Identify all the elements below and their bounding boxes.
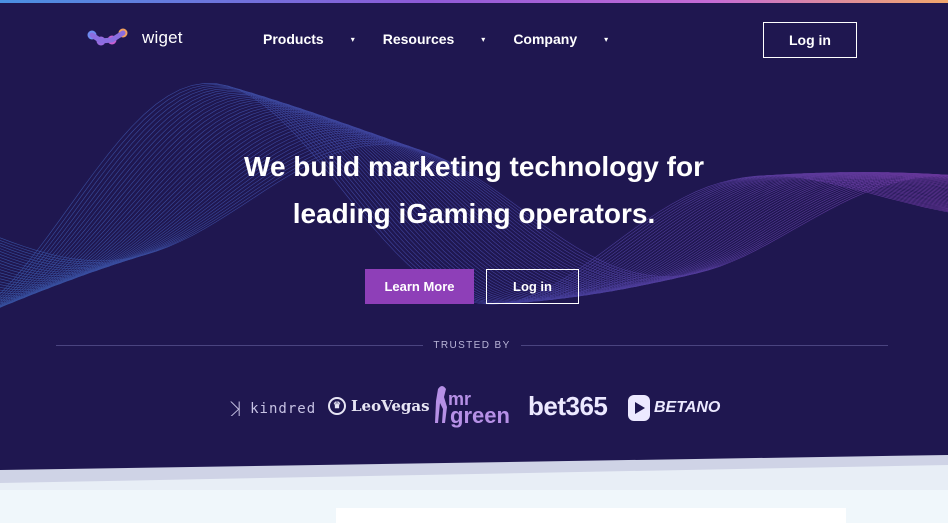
hero-cta-row: Learn More Log in (365, 269, 579, 304)
nav-products-label: Products (263, 31, 324, 47)
nav-resources[interactable]: Resources ▾ (383, 31, 486, 47)
kindred-mark-icon: ꓘ (230, 397, 245, 421)
hero-bottom-slant (0, 455, 948, 495)
bet365-logo: bet365 (528, 391, 608, 422)
trusted-by-label: TRUSTED BY (433, 340, 511, 351)
kindred-logo: ꓘ kindred (230, 397, 316, 421)
content-card (336, 508, 846, 523)
betano-logo: BETANO (628, 395, 720, 421)
brand-name: wiget (142, 28, 183, 47)
kindred-text: kindred (250, 401, 317, 417)
nav-resources-label: Resources (382, 31, 455, 47)
nav-company[interactable]: Company ▾ (513, 31, 608, 47)
nav-login-button[interactable]: Log in (763, 22, 857, 58)
wiget-logo-icon (87, 28, 128, 46)
learn-more-button[interactable]: Learn More (365, 269, 474, 304)
lion-shield-icon: ♛ (328, 397, 346, 415)
bet365-text: bet365 (528, 391, 608, 421)
hero-headline: We build marketing technology for leadin… (0, 143, 948, 237)
trusted-by-divider: TRUSTED BY (56, 340, 888, 351)
betano-play-icon (628, 395, 650, 421)
headline-line-2: leading iGaming operators. (292, 198, 656, 229)
divider-line (520, 345, 888, 346)
mrgreen-text-b: green (450, 403, 510, 428)
partner-logos: ꓘ kindred ♛ LeoVegas mr green bet365 BET… (230, 383, 720, 431)
nav-products[interactable]: Products ▾ (263, 31, 355, 47)
leovegas-text: LeoVegas (351, 397, 430, 415)
divider-line (56, 345, 424, 346)
wiget-logo[interactable]: wiget (86, 27, 183, 49)
nav-company-label: Company (513, 31, 578, 47)
hero-section: wiget Products ▾ Resources ▾ Company ▾ L… (0, 3, 948, 470)
betano-text: BETANO (654, 399, 721, 416)
caret-down-icon: ▾ (604, 34, 609, 44)
mrgreen-logo: mr green (435, 386, 510, 428)
nav-menu: Products ▾ Resources ▾ Company ▾ (263, 31, 608, 47)
hero-login-button[interactable]: Log in (486, 269, 579, 304)
caret-down-icon: ▾ (481, 34, 486, 44)
top-nav: wiget Products ▾ Resources ▾ Company ▾ L… (0, 3, 948, 78)
leovegas-logo: ♛ LeoVegas (328, 397, 430, 415)
caret-down-icon: ▾ (350, 34, 355, 44)
headline-line-1: We build marketing technology for (244, 151, 704, 182)
